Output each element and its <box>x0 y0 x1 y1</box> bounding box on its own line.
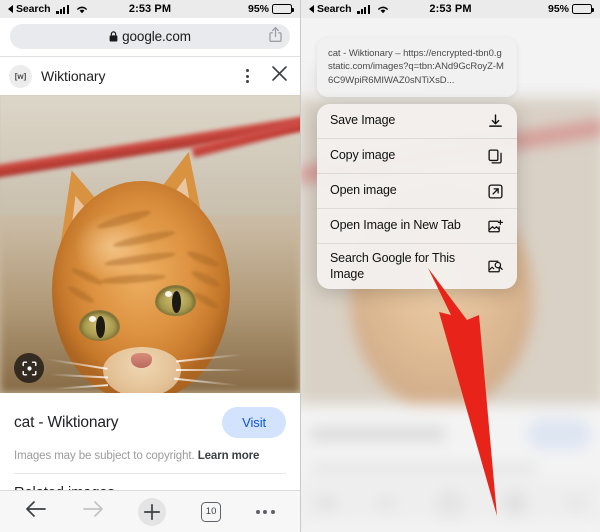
site-title: Wiktionary <box>41 68 106 84</box>
battery-icon-2 <box>572 4 594 14</box>
caption-row: cat - Wiktionary Visit <box>14 407 286 438</box>
caption-divider <box>14 473 286 474</box>
context-menu-item-open-image[interactable]: Open image <box>317 174 517 209</box>
status-bar-right: Search 2:53 PM 95% <box>301 0 600 18</box>
safari-bottom-toolbar: 10 <box>0 490 300 532</box>
download-icon <box>486 113 505 129</box>
visit-button[interactable]: Visit <box>222 407 286 438</box>
copyright-notice: Images may be subject to copyright. Lear… <box>14 450 286 462</box>
learn-more-link[interactable]: Learn more <box>198 450 260 462</box>
wiktionary-favicon: [w] <box>9 64 32 88</box>
address-bar[interactable]: google.com <box>10 24 290 49</box>
copyright-text: Images may be subject to copyright. <box>14 450 195 462</box>
copy-icon <box>486 148 505 164</box>
left-panel-safari-image-viewer: Search 2:53 PM 95% google.com [w] Wiktio… <box>0 0 300 532</box>
context-menu-item-open-image-new-tab[interactable]: Open Image in New Tab <box>317 209 517 244</box>
battery-icon <box>272 4 294 14</box>
menu-item-label: Search Google for This Image <box>330 251 456 281</box>
screenshot-root: Search 2:53 PM 95% google.com [w] Wiktio… <box>0 0 600 532</box>
image-caption-block: cat - Wiktionary Visit Images may be sub… <box>0 393 300 474</box>
cat-eye-right <box>155 285 196 316</box>
arrow-left-icon[interactable] <box>25 500 47 523</box>
close-icon[interactable] <box>271 65 288 87</box>
share-icon[interactable] <box>269 26 282 47</box>
google-lens-icon[interactable] <box>14 353 44 383</box>
site-header-actions <box>242 65 288 87</box>
arrow-right-icon[interactable] <box>82 500 104 523</box>
address-bar-url: google.com <box>122 29 191 44</box>
image-search-icon <box>486 259 505 274</box>
status-bar-clock: 2:53 PM <box>128 3 172 15</box>
context-menu-item-search-google-for-this-image[interactable]: Search Google for This Image <box>317 244 517 289</box>
menu-item-label: Open image <box>330 183 397 198</box>
menu-item-label: Open Image in New Tab <box>330 218 461 233</box>
context-menu: Save Image Copy image Open image Open Im… <box>317 104 517 290</box>
image-add-icon <box>486 219 505 234</box>
address-bar-container: google.com <box>0 18 300 56</box>
tab-count-button[interactable]: 10 <box>201 501 222 522</box>
plus-icon[interactable] <box>138 497 167 526</box>
cat-eye-left <box>79 310 120 341</box>
status-bar-left: Search 2:53 PM 95% <box>0 0 300 18</box>
caption-title: cat - Wiktionary <box>14 413 119 431</box>
external-link-icon <box>486 183 505 199</box>
kebab-menu-icon[interactable] <box>242 66 253 86</box>
link-preview-bubble: cat - Wiktionary – https://encrypted-tbn… <box>317 38 517 98</box>
menu-item-label: Save Image <box>330 113 396 128</box>
right-panel-context-menu: Search 2:53 PM 95% cat - Wiktionary – ht… <box>300 0 600 532</box>
status-bar-clock-2: 2:53 PM <box>429 3 472 15</box>
menu-item-label: Copy image <box>330 148 396 163</box>
lock-icon <box>109 31 118 42</box>
context-menu-item-save-image[interactable]: Save Image <box>317 104 517 139</box>
cat-illustration <box>0 95 300 393</box>
image-viewer-photo[interactable] <box>0 95 300 393</box>
site-header: [w] Wiktionary <box>0 57 300 95</box>
context-menu-item-copy-image[interactable]: Copy image <box>317 139 517 174</box>
address-bar-content: google.com <box>109 29 191 44</box>
ellipsis-icon[interactable] <box>255 509 275 514</box>
